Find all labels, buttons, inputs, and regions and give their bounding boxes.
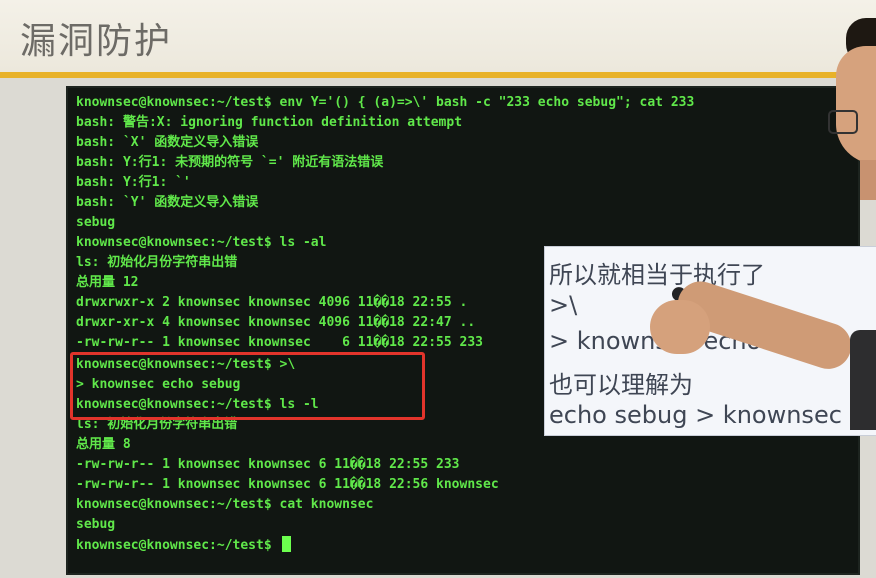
terminal-line: -rw-rw-r-- 1 knownsec knownsec 6 11��18 … <box>76 335 483 350</box>
presenter-shirt <box>850 330 876 430</box>
terminal-line: bash: `X' 函数定义导入错误 <box>76 135 259 150</box>
terminal-line: bash: Y:行1: 未预期的符号 `=' 附近有语法错误 <box>76 155 384 170</box>
terminal-line: bash: 警告:X: ignoring function definition… <box>76 115 463 130</box>
terminal-line: sebug <box>76 215 116 230</box>
slide-header: 漏洞防护 <box>0 0 876 72</box>
annotation-line: echo sebug > knownsec <box>549 401 842 429</box>
terminal-line: 总用量 8 <box>76 437 131 452</box>
annotation-line: 所以就相当于执行了 <box>549 261 765 289</box>
terminal-line: -rw-rw-r-- 1 knownsec knownsec 6 11��18 … <box>76 477 499 492</box>
terminal-line: sebug <box>76 517 116 532</box>
terminal-line: bash: `Y' 函数定义导入错误 <box>76 195 259 210</box>
annotation-line: 也可以理解为 <box>549 371 693 399</box>
slide-title: 漏洞防护 <box>20 21 173 62</box>
annotation-line: >\ <box>549 291 578 319</box>
highlight-box <box>70 352 425 420</box>
terminal-line: drwxr-xr-x 4 knownsec knownsec 4096 11��… <box>76 315 476 330</box>
terminal-prompt: knownsec@knownsec:~/test$ <box>76 538 280 553</box>
presenter-hand <box>650 300 710 354</box>
glasses-icon <box>828 110 858 134</box>
terminal-cursor <box>281 536 291 552</box>
terminal-line: knownsec@knownsec:~/test$ ls -al <box>76 235 327 250</box>
terminal-line: knownsec@knownsec:~/test$ cat knownsec <box>76 497 374 512</box>
terminal-line: drwxrwxr-x 2 knownsec knownsec 4096 11��… <box>76 295 468 310</box>
presenter-neck <box>860 160 876 200</box>
presenter-face <box>836 46 876 164</box>
terminal-line: 总用量 12 <box>76 275 139 290</box>
terminal-line: bash: Y:行1: `' <box>76 175 191 190</box>
terminal-line: knownsec@knownsec:~/test$ env Y='() { (a… <box>76 95 695 110</box>
terminal-prompt-line[interactable]: knownsec@knownsec:~/test$ <box>76 536 291 555</box>
presenter <box>650 0 876 578</box>
terminal-line: -rw-rw-r-- 1 knownsec knownsec 6 11��18 … <box>76 457 460 472</box>
terminal-line: ls: 初始化月份字符串出错 <box>76 255 238 270</box>
